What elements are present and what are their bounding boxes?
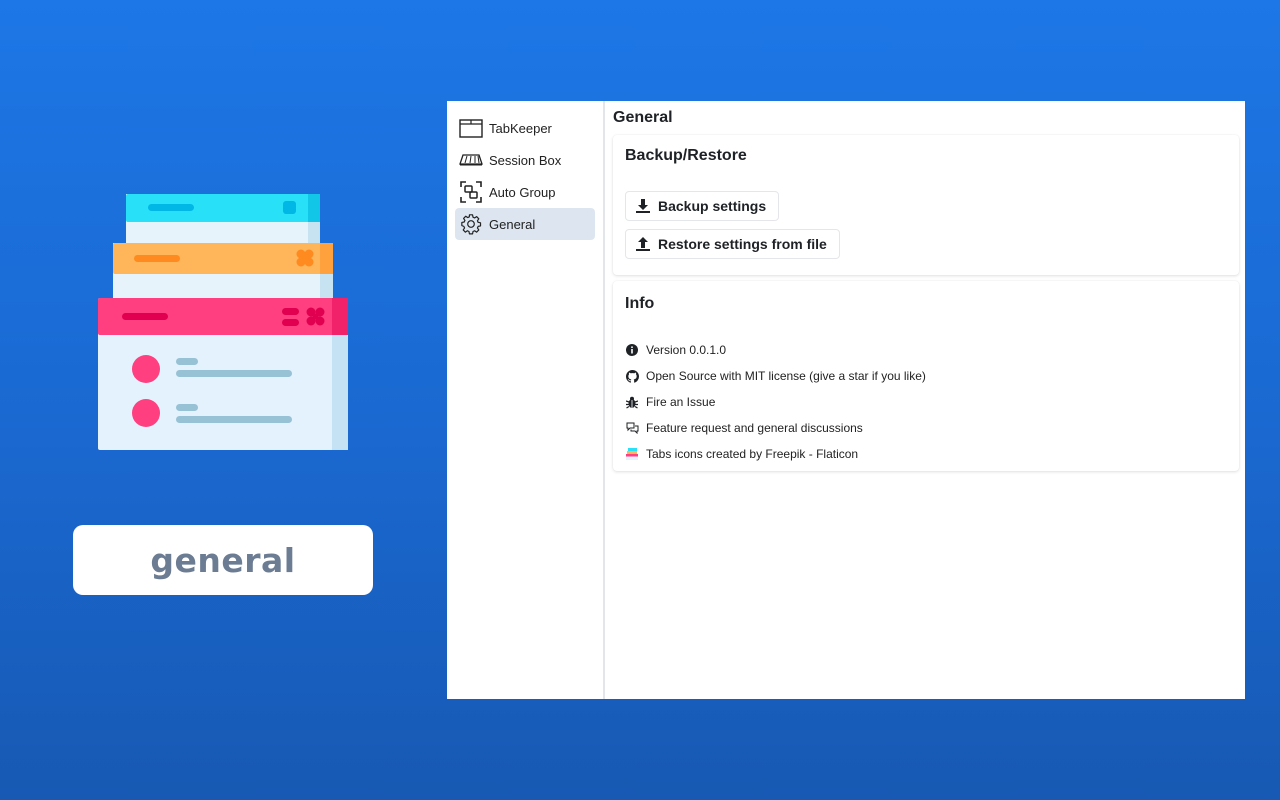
sidebar-item-label: Auto Group (489, 184, 556, 200)
tabs-logo-image (98, 194, 348, 450)
sidebar-item-auto-group[interactable]: Auto Group (455, 176, 595, 208)
bug-icon (625, 395, 639, 409)
sidebar-item-session-box[interactable]: Session Box (455, 144, 595, 176)
page-title: General (613, 109, 673, 126)
backup-restore-card: Backup/Restore Backup settings Restore s… (613, 135, 1239, 275)
backup-settings-label: Backup settings (658, 198, 767, 214)
backup-actions: Backup settings Restore settings from fi… (625, 191, 1227, 267)
info-card: Info Version 0.0.1.0 Open Source with MI… (613, 281, 1239, 471)
sidebar-item-general[interactable]: General (455, 208, 595, 240)
info-circle-icon (625, 343, 639, 357)
attribution-text: Tabs icons created by Freepik - Flaticon (646, 447, 859, 461)
list-item: Version 0.0.1.0 (625, 337, 1227, 363)
upload-icon (636, 237, 650, 251)
main-content: General Backup/Restore Backup settings R… (605, 101, 1245, 699)
download-icon (636, 199, 650, 213)
version-text: Version 0.0.1.0 (646, 343, 727, 357)
list-item[interactable]: Fire an Issue (625, 389, 1227, 415)
list-item[interactable]: Feature request and general discussions (625, 415, 1227, 441)
sidebar-item-tabkeeper[interactable]: TabKeeper (455, 112, 595, 144)
caption-box: general (73, 525, 373, 595)
backup-restore-title: Backup/Restore (625, 147, 747, 164)
info-title: Info (625, 295, 655, 312)
restore-settings-label: Restore settings from file (658, 236, 827, 252)
chat-bubbles-icon (625, 421, 639, 435)
restore-settings-button[interactable]: Restore settings from file (625, 229, 840, 259)
github-icon (625, 369, 639, 383)
sidebar-item-label: TabKeeper (489, 120, 552, 136)
box-icon (459, 148, 483, 172)
fire-issue-text: Fire an Issue (646, 395, 716, 409)
license-text: Open Source with MIT license (give a sta… (646, 369, 926, 383)
sidebar: TabKeeper Session Box Auto Group General (447, 101, 605, 699)
sidebar-item-label: Session Box (489, 152, 562, 168)
gear-icon (459, 212, 483, 236)
discussions-text: Feature request and general discussions (646, 421, 863, 435)
tab-outline-icon (459, 116, 483, 140)
sidebar-item-label: General (489, 216, 536, 232)
caption-text: general (150, 540, 296, 580)
info-list: Version 0.0.1.0 Open Source with MIT lic… (625, 337, 1227, 467)
tabs-illustration (96, 192, 352, 452)
options-window: TabKeeper Session Box Auto Group General… (447, 101, 1245, 699)
list-item[interactable]: Open Source with MIT license (give a sta… (625, 363, 1227, 389)
tabs-logo-icon (625, 447, 639, 461)
group-icon (459, 180, 483, 204)
list-item[interactable]: Tabs icons created by Freepik - Flaticon (625, 441, 1227, 467)
backup-settings-button[interactable]: Backup settings (625, 191, 780, 221)
